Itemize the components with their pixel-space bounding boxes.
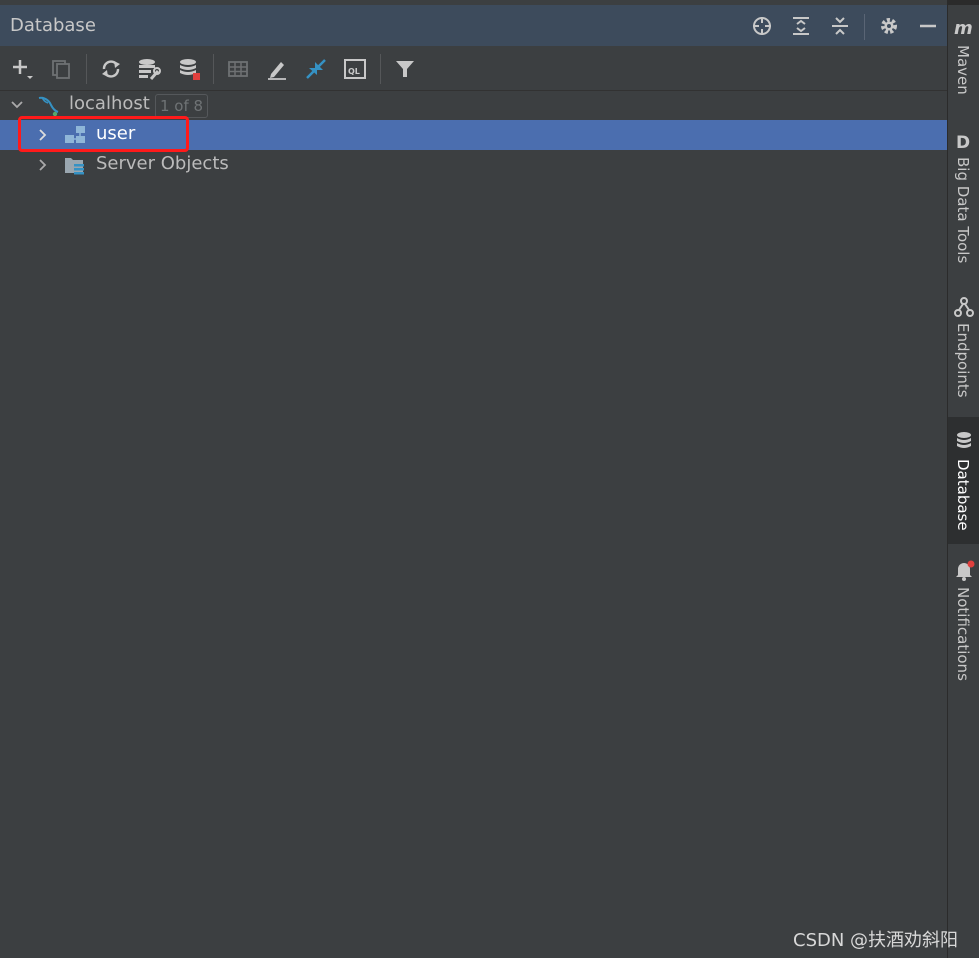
query-console-icon[interactable]: QL	[341, 55, 369, 83]
duplicate-icon[interactable]	[47, 55, 75, 83]
sidebar-tab-label: Maven	[954, 45, 972, 95]
schema-count-badge: 1 of 8	[155, 94, 209, 118]
toolbar-separator	[86, 54, 87, 84]
hide-icon[interactable]	[915, 13, 941, 39]
svg-text:QL: QL	[348, 67, 360, 76]
bell-icon	[956, 560, 975, 581]
gear-icon[interactable]	[876, 13, 902, 39]
add-icon[interactable]	[8, 55, 36, 83]
locate-icon[interactable]	[749, 13, 775, 39]
tool-window-title: Database	[10, 15, 96, 36]
expand-all-icon[interactable]	[788, 13, 814, 39]
filter-icon[interactable]	[391, 55, 419, 83]
chevron-down-icon[interactable]	[9, 97, 25, 113]
tree-node-label: localhost	[69, 93, 150, 114]
svg-text:m: m	[954, 19, 973, 37]
refresh-icon[interactable]	[97, 55, 125, 83]
database-toolbar: QL	[0, 46, 947, 91]
chevron-right-icon[interactable]	[35, 157, 51, 173]
big-data-tools-icon: D	[956, 133, 970, 151]
svg-text:D: D	[956, 133, 970, 151]
sidebar-tab-big-data-tools[interactable]: D Big Data Tools	[948, 127, 979, 277]
sidebar-tab-label: Endpoints	[954, 323, 972, 398]
sidebar-tab-notifications[interactable]: Notifications	[948, 555, 979, 695]
sidebar-tab-endpoints[interactable]: Endpoints	[948, 293, 979, 411]
mysql-icon	[38, 96, 59, 116]
tree-node-label: Server Objects	[96, 153, 229, 174]
folder-icon	[65, 158, 84, 175]
sidebar-tab-maven[interactable]: m Maven	[948, 13, 979, 105]
tool-window-header: Database	[0, 5, 947, 46]
table-view-icon[interactable]	[224, 55, 252, 83]
toolbar-separator	[380, 54, 381, 84]
edit-icon[interactable]	[263, 55, 291, 83]
jump-to-console-icon[interactable]	[302, 55, 330, 83]
endpoints-icon	[954, 297, 974, 317]
toolbar-separator	[213, 54, 214, 84]
sidebar-tab-label: Big Data Tools	[954, 157, 972, 264]
highlight-annotation	[18, 116, 189, 152]
sidebar-tab-label: Database	[954, 459, 972, 531]
database-stop-icon[interactable]	[175, 55, 203, 83]
watermark: CSDN @扶酒劝斜阳	[793, 930, 959, 951]
sidebar-tab-label: Notifications	[954, 587, 972, 681]
sidebar-tab-database[interactable]: Database	[948, 417, 979, 544]
maven-icon: m	[954, 19, 973, 37]
collapse-all-icon[interactable]	[827, 13, 853, 39]
right-tool-sidebar: m Maven D Big Data Tools Endpoints Datab…	[947, 5, 979, 958]
data-source-properties-icon[interactable]	[135, 55, 163, 83]
tree-node-server-objects[interactable]: Server Objects	[0, 150, 947, 180]
database-tool-window: Database QL localhost 1 of 8 user Server…	[0, 0, 947, 958]
database-icon	[957, 432, 971, 448]
header-separator	[864, 14, 865, 40]
